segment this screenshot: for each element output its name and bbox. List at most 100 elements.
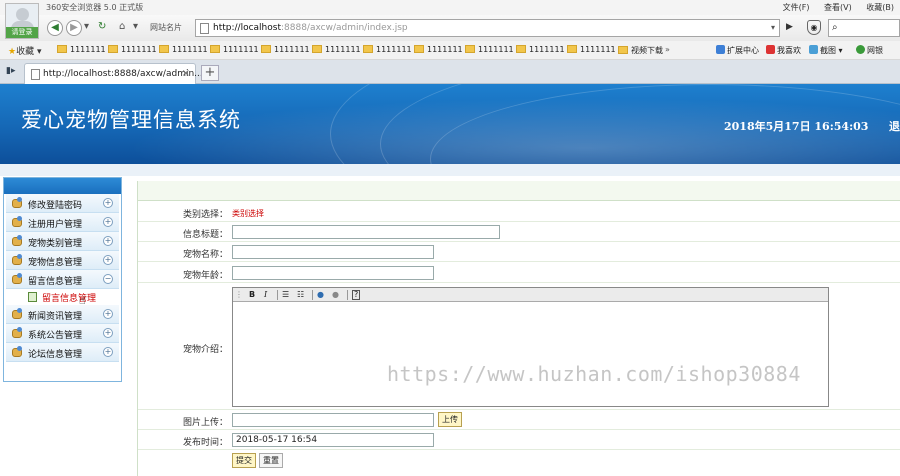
folder-icon [414,45,424,53]
users-icon [12,235,22,246]
bookmark-folder[interactable]: 视频下载 [618,45,663,56]
folder-icon [312,45,322,53]
publish-time-label: 发布时间： [182,438,228,448]
pet-name-input[interactable] [232,245,434,259]
sidebar-item-label: 新闻资讯管理 [28,312,83,322]
sidebar-item-announcements[interactable]: 系统公告管理 + [6,324,119,343]
search-input[interactable]: ⌕ [828,19,900,37]
users-icon [12,346,22,357]
history-dropdown-icon[interactable]: ▾ [84,21,89,32]
scissors-icon [809,45,818,54]
bookmark-folder[interactable]: 1111111 [567,45,616,54]
menu-favorites[interactable]: 收藏(B) [866,3,894,12]
bold-icon[interactable]: B [249,290,255,299]
sidebar-item-news[interactable]: 新闻资讯管理 + [6,305,119,324]
address-bar[interactable]: http://localhost:8888/axcw/admin/index.j… [195,19,780,37]
bookmark-folder[interactable]: 1111111 [465,45,514,54]
row-name: 宠物名称： [138,242,900,262]
reset-button[interactable]: 重置 [259,453,283,468]
expand-icon[interactable]: + [103,198,113,208]
bookmark-folder[interactable]: 1111111 [159,45,208,54]
go-arrow-icon[interactable]: ▶ [786,22,793,32]
toolbar-handle-icon: ⋮ [235,290,243,299]
favorites-button[interactable]: ★收藏 ▾ [8,44,41,57]
category-select[interactable]: 类别选择 [232,208,264,219]
unordered-list-icon[interactable]: ☷ [297,290,304,299]
sidebar-subitem-messages[interactable]: 留言信息管理 ☝ [6,289,119,307]
screenshot-button[interactable]: 截图 ▾ [809,45,843,56]
sidebar-header [4,178,121,194]
folder-icon [57,45,67,53]
address-url[interactable]: http://localhost:8888/axcw/admin/index.j… [213,23,408,33]
sidebar-item-users[interactable]: 注册用户管理 + [6,213,119,232]
expand-icon[interactable]: + [103,309,113,319]
pet-info-form: 类别选择： 类别选择 信息标题： 宠物名称： 宠物年龄： 宠物介绍： ⋮ B I… [137,181,900,476]
ordered-list-icon[interactable]: ☰ [282,290,289,299]
collapse-icon[interactable]: − [103,274,113,284]
login-button[interactable]: 请登录 [6,27,38,38]
sidebar-item-label: 系统公告管理 [28,331,83,341]
sidebar-item-pet-info[interactable]: 宠物信息管理 + [6,251,119,270]
folder-icon [567,45,577,53]
help-icon[interactable]: ? [352,290,361,300]
row-age: 宠物年龄： [138,262,900,283]
users-icon [12,308,22,319]
sidebar-item-label: 论坛信息管理 [28,350,83,360]
submit-button[interactable]: 提交 [232,453,256,468]
refresh-icon[interactable]: ↻ [98,21,106,32]
bookmark-folder[interactable]: 1111111 [414,45,463,54]
bookmark-folder[interactable]: 1111111 [108,45,157,54]
pet-age-input[interactable] [232,266,434,280]
back-arrow-icon[interactable]: ◀ [47,20,63,36]
bank-button[interactable]: 网银 [856,45,883,56]
expand-icon[interactable]: + [103,236,113,246]
bookmark-folder[interactable]: 1111111 [363,45,412,54]
like-button[interactable]: 我喜欢 [766,45,801,56]
toolbar-separator [277,290,278,300]
home-dropdown-icon[interactable]: ▾ [133,21,138,32]
image-path-input[interactable] [232,413,434,427]
site-card-button[interactable]: 网站名片 [150,22,182,33]
extensions-button[interactable]: 扩展中心 [716,45,759,56]
expand-icon[interactable]: + [103,217,113,227]
expand-icon[interactable]: + [103,347,113,357]
address-dropdown-icon[interactable]: ▾ [771,23,775,32]
menu-file[interactable]: 文件(F) [783,3,810,12]
close-icon[interactable]: × [182,68,190,79]
row-publish-time: 发布时间： 2018-05-17 16:54 [138,430,900,450]
publish-time-input[interactable]: 2018-05-17 16:54 [232,433,434,447]
bookmarks-overflow-icon[interactable]: » [665,45,670,54]
sidebar-item-change-password[interactable]: 修改登陆密码 + [6,194,119,213]
avatar[interactable]: 请登录 [5,3,39,39]
sidebar-item-messages[interactable]: 留言信息管理 − [6,270,119,289]
bookmark-folder[interactable]: 1111111 [210,45,259,54]
sidebar-item-label: 宠物信息管理 [28,258,83,268]
sidebar-item-forum[interactable]: 论坛信息管理 + [6,343,119,362]
unlink-icon[interactable]: ● [332,290,339,299]
tab-admin[interactable]: http://localhost:8888/axcw/admin... × [24,63,203,84]
menu-view[interactable]: 查看(V) [824,3,852,12]
logout-link[interactable]: 退 [889,118,900,134]
sidebar-toggle-icon[interactable]: ▮▸ [6,66,15,76]
shield-icon[interactable]: ◉ [807,20,821,35]
bookmark-folder[interactable]: 1111111 [312,45,361,54]
upload-button[interactable]: 上传 [438,412,462,427]
expand-icon[interactable]: + [103,255,113,265]
row-title: 信息标题： [138,222,900,242]
rich-text-editor[interactable]: ⋮ B I ☰ ☷ ● ● ? [232,287,829,407]
new-tab-button[interactable]: + [201,65,219,81]
bookmarks-bar: ★收藏 ▾ 1111111 1111111 1111111 1111111 11… [0,41,900,60]
expand-icon[interactable]: + [103,328,113,338]
sidebar-menu: 修改登陆密码 + 注册用户管理 + 宠物类别管理 + 宠物信息管理 + 留言信息… [3,177,122,382]
home-icon[interactable]: ⌂ [119,21,125,32]
link-icon[interactable]: ● [317,290,324,299]
bookmark-folder[interactable]: 1111111 [261,45,310,54]
sidebar-item-label: 留言信息管理 [28,277,83,287]
title-input[interactable] [232,225,500,239]
bookmark-folder[interactable]: 1111111 [57,45,106,54]
sidebar-item-pet-categories[interactable]: 宠物类别管理 + [6,232,119,251]
document-icon [28,292,37,302]
forward-arrow-icon[interactable]: ▶ [66,20,82,36]
italic-icon[interactable]: I [264,290,267,299]
bookmark-folder[interactable]: 1111111 [516,45,565,54]
